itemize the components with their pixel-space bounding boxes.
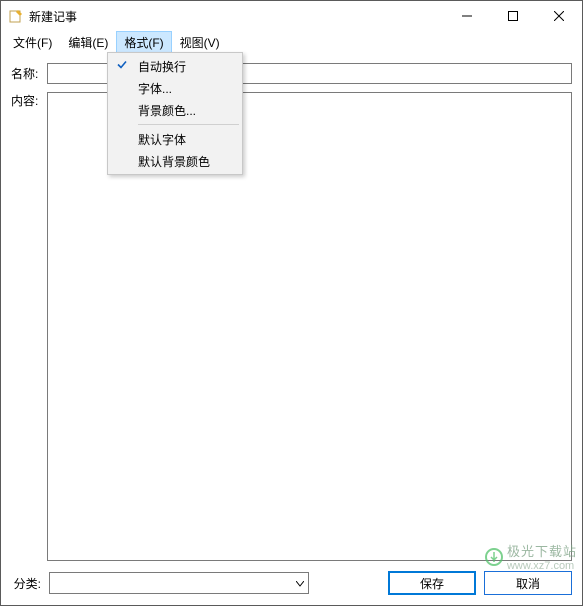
bottom-row: 分类: 保存 取消 [1,561,582,605]
chevron-down-icon [296,576,304,590]
name-label: 名称: [11,63,41,82]
menuitem-label: 自动换行 [138,58,186,75]
menu-separator [138,124,239,125]
close-button[interactable] [536,1,582,31]
menuitem-font[interactable]: 字体... [110,77,240,99]
menu-view[interactable]: 视图(V) [172,31,228,53]
category-label: 分类: [11,575,41,592]
menuitem-bgcolor[interactable]: 背景颜色... [110,99,240,121]
content-row: 内容: [11,92,572,561]
menuitem-wordwrap[interactable]: 自动换行 [110,55,240,77]
menuitem-label: 默认背景颜色 [138,153,210,170]
menu-format[interactable]: 格式(F) [116,31,171,53]
form-area: 名称: 内容: [1,53,582,561]
format-dropdown: 自动换行 字体... 背景颜色... 默认字体 默认背景颜色 [107,52,243,175]
menuitem-label: 字体... [138,80,172,97]
cancel-button[interactable]: 取消 [484,571,572,595]
check-icon [116,59,128,74]
window-controls [444,1,582,31]
menu-edit[interactable]: 编辑(E) [60,31,116,53]
menuitem-label: 默认字体 [138,131,186,148]
menuitem-default-font[interactable]: 默认字体 [110,128,240,150]
app-window: 新建记事 文件(F) 编辑(E) 格式(F) 视图(V) 名称: 内容: 分类:… [0,0,583,606]
menu-file[interactable]: 文件(F) [5,31,60,53]
window-title: 新建记事 [29,8,444,25]
name-row: 名称: [11,63,572,84]
save-button[interactable]: 保存 [388,571,476,595]
category-select[interactable] [49,572,309,594]
app-icon [9,9,23,23]
maximize-button[interactable] [490,1,536,31]
menuitem-default-bgcolor[interactable]: 默认背景颜色 [110,150,240,172]
minimize-button[interactable] [444,1,490,31]
titlebar: 新建记事 [1,1,582,31]
menuitem-label: 背景颜色... [138,102,196,119]
menubar: 文件(F) 编辑(E) 格式(F) 视图(V) [1,31,582,53]
content-label: 内容: [11,92,41,561]
